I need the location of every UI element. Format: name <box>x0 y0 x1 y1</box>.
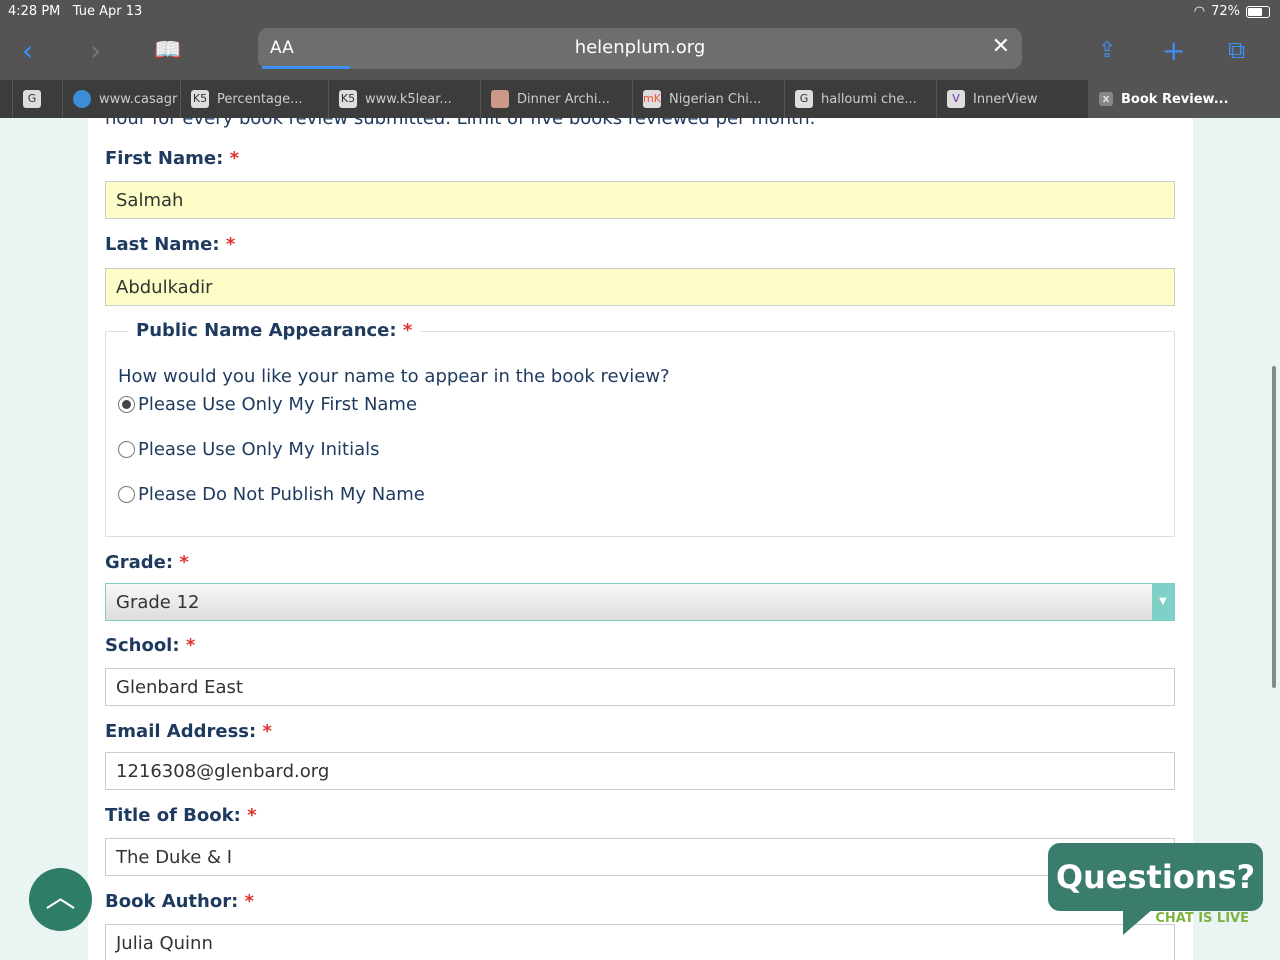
last-name-label: Last Name: * <box>105 234 236 255</box>
tab[interactable]: K5 www.k5lear... <box>328 80 480 118</box>
intro-text: hour for every book review submitted. Li… <box>105 118 816 129</box>
tab[interactable]: Dinner Archi... <box>480 80 632 118</box>
share-icon[interactable]: ⇪ <box>1098 38 1116 63</box>
form-page: hour for every book review submitted. Li… <box>88 118 1193 960</box>
radio-initials[interactable]: Please Use Only My Initials <box>118 439 380 460</box>
google-icon: G <box>23 90 41 108</box>
first-name-input[interactable]: Salmah <box>105 181 1175 219</box>
author-input[interactable]: Julia Quinn <box>105 924 1175 960</box>
forward-icon[interactable]: › <box>90 34 101 67</box>
public-name-fieldset <box>105 331 1175 537</box>
status-bar: 4:28 PM Tue Apr 13 ◠ 72% <box>0 0 1280 28</box>
school-input[interactable]: Glenbard East <box>105 668 1175 706</box>
tab-bar: G www.casagr K5 Percentage... K5 www.k5lea… <box>0 80 1280 118</box>
stop-icon[interactable]: ✕ <box>992 34 1010 59</box>
tab-active[interactable]: x Book Review... <box>1088 80 1280 118</box>
radio-button[interactable] <box>118 441 135 458</box>
back-icon[interactable]: ‹ <box>22 34 33 67</box>
page-icon <box>491 90 509 108</box>
radio-button[interactable] <box>118 486 135 503</box>
close-tab-icon[interactable]: x <box>1099 92 1113 106</box>
public-name-question: How would you like your name to appear i… <box>118 366 670 387</box>
author-label: Book Author: * <box>105 891 254 912</box>
k5-icon: K5 <box>339 90 357 108</box>
load-progress <box>262 66 350 69</box>
last-name-input[interactable]: Abdulkadir <box>105 268 1175 306</box>
scroll-to-top-button[interactable]: ︿ <box>29 868 92 931</box>
chevron-down-icon[interactable]: ▼ <box>1152 584 1174 620</box>
email-label: Email Address: * <box>105 721 272 742</box>
first-name-label: First Name: * <box>105 148 240 169</box>
email-input[interactable]: 1216308@glenbard.org <box>105 752 1175 790</box>
chat-title[interactable]: Questions? <box>1048 843 1263 911</box>
browser-toolbar: ‹ › 📖 AA helenplum.org ✕ ⇪ + ⧉ <box>0 28 1280 80</box>
bookmarks-icon[interactable]: 📖 <box>154 38 181 63</box>
tab[interactable]: V InnerView <box>936 80 1088 118</box>
tabs-icon[interactable]: ⧉ <box>1228 36 1245 64</box>
title-input[interactable]: The Duke & I <box>105 838 1175 876</box>
public-name-label: Public Name Appearance: * <box>128 320 421 341</box>
chevron-up-icon: ︿ <box>45 880 76 915</box>
tab[interactable]: Ghalloumi che... <box>784 80 936 118</box>
chat-subtitle: CHAT IS LIVE <box>1155 911 1249 926</box>
globe-icon <box>73 90 91 108</box>
k5-icon: K5 <box>191 90 209 108</box>
innerview-icon: V <box>947 90 965 108</box>
url-text[interactable]: helenplum.org <box>258 37 1022 58</box>
chat-widget[interactable]: Questions? CHAT IS LIVE <box>1048 843 1263 935</box>
radio-do-not-publish[interactable]: Please Do Not Publish My Name <box>118 484 425 505</box>
tab[interactable]: mK Nigerian Chi... <box>632 80 784 118</box>
radio-button[interactable] <box>118 396 135 413</box>
tab[interactable]: K5 Percentage... <box>180 80 328 118</box>
battery-icon <box>1246 5 1270 18</box>
radio-first-name[interactable]: Please Use Only My First Name <box>118 394 417 415</box>
tab[interactable]: www.casagr <box>62 80 180 118</box>
battery-percent: 72% <box>1211 4 1240 19</box>
new-tab-icon[interactable]: + <box>1162 34 1185 67</box>
clock: 4:28 PM Tue Apr 13 <box>8 4 143 19</box>
scrollbar[interactable] <box>1272 366 1276 688</box>
school-label: School: * <box>105 635 196 656</box>
title-label: Title of Book: * <box>105 805 257 826</box>
wifi-icon: ◠ <box>1193 4 1206 19</box>
mk-icon: mK <box>643 90 661 108</box>
google-icon: G <box>795 90 813 108</box>
speech-tail <box>1123 909 1153 935</box>
address-bar[interactable]: AA helenplum.org ✕ <box>258 28 1022 69</box>
grade-select[interactable]: Grade 12 ▼ <box>105 583 1175 621</box>
grade-label: Grade: * <box>105 552 189 573</box>
tab[interactable]: G <box>12 80 62 118</box>
